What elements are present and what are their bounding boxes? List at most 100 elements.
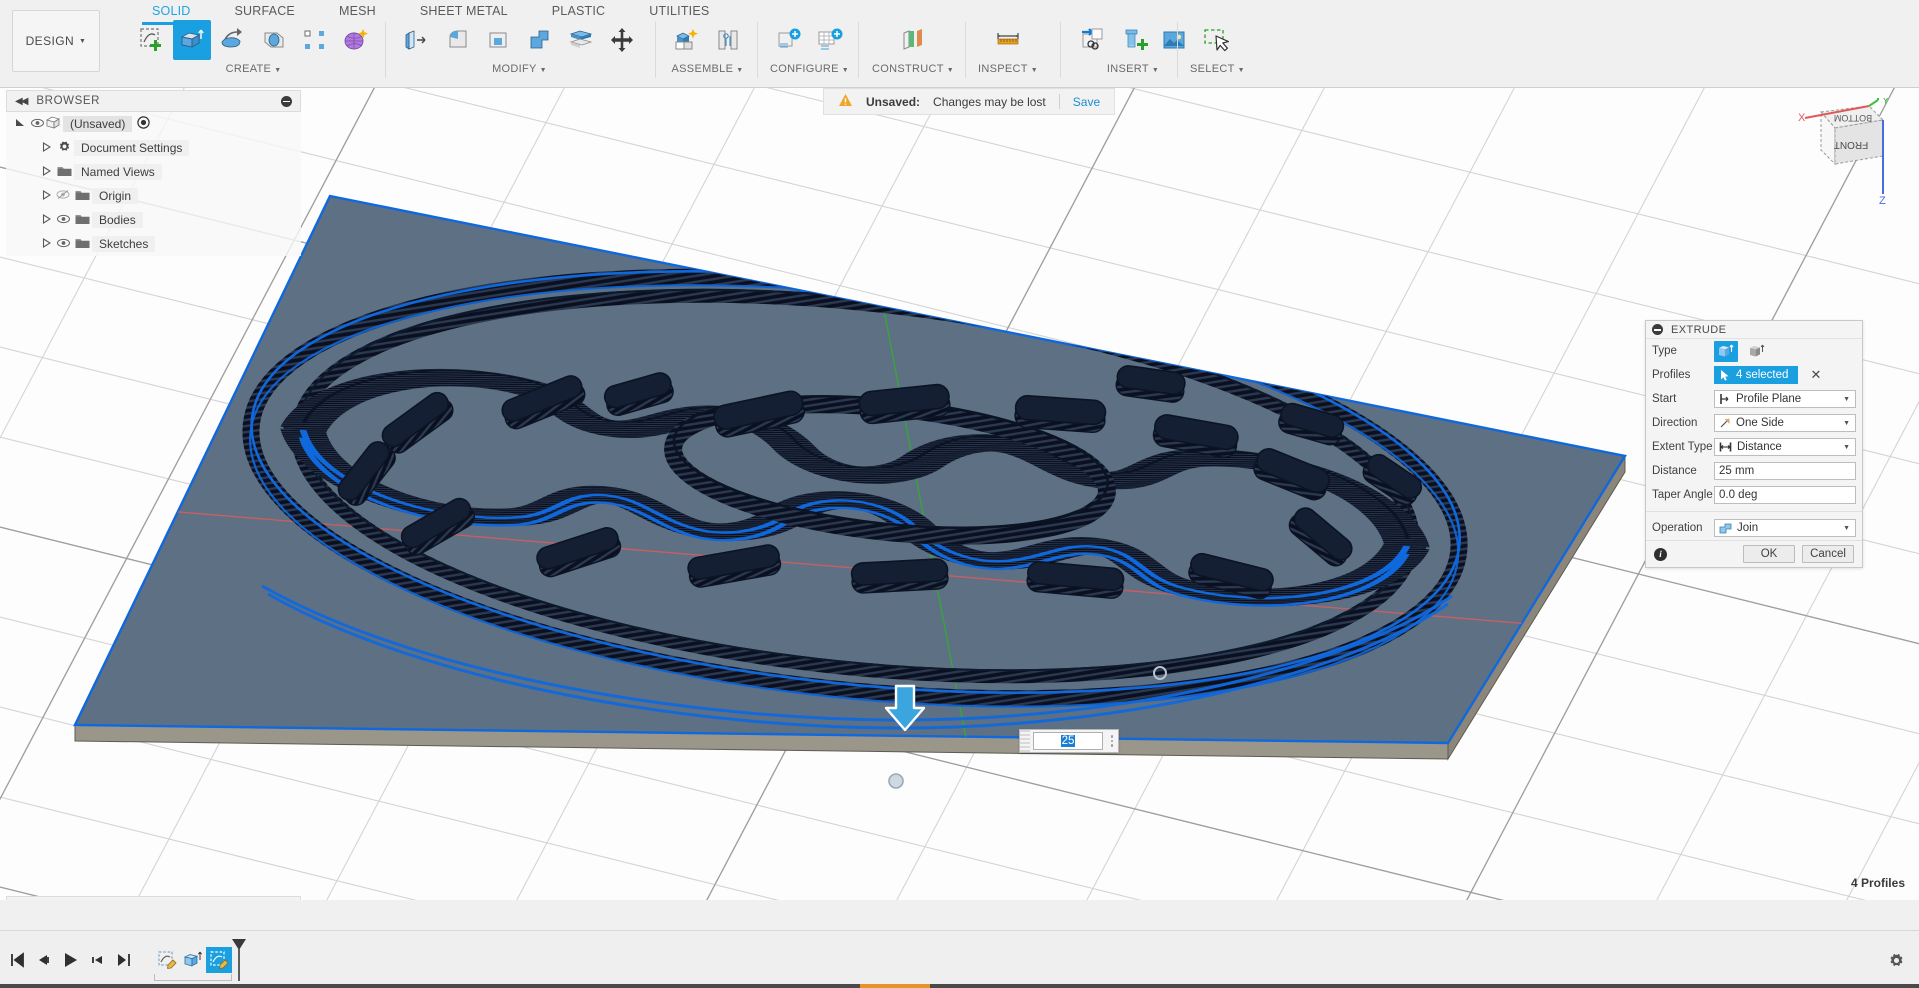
unsaved-message: Changes may be lost [933, 94, 1046, 109]
insert-image-button[interactable] [1155, 20, 1193, 60]
form-button[interactable] [337, 20, 375, 60]
select-button[interactable] [1198, 20, 1236, 60]
chevron-down-icon[interactable]: ▼ [1031, 67, 1038, 74]
timeline-step-forward-button[interactable] [84, 945, 110, 975]
ok-button[interactable]: OK [1743, 545, 1795, 563]
extrude-button[interactable] [173, 20, 211, 60]
press-pull-button[interactable] [398, 20, 436, 60]
timeline-marker-icon[interactable] [230, 939, 248, 984]
settings-gear-icon[interactable] [1888, 952, 1905, 972]
collapse-left-icon[interactable]: ◀◀ [15, 96, 28, 107]
timeline-play-button[interactable] [58, 945, 84, 975]
view-cube[interactable]: BOTTOM FRONT X Y Z [1783, 98, 1903, 208]
joint-button[interactable] [709, 20, 747, 60]
distance-input[interactable]: 25 mm [1714, 462, 1856, 480]
overflow-menu-icon[interactable] [1106, 735, 1118, 747]
timeline-go-start-button[interactable] [6, 945, 32, 975]
type-profile-icon[interactable] [1714, 340, 1738, 362]
inline-distance-input[interactable]: 25 [1019, 729, 1119, 753]
chevron-down-icon[interactable]: ▼ [1843, 396, 1850, 403]
expand-triangle-icon[interactable] [38, 190, 54, 202]
clear-selection-icon[interactable]: ✕ [1810, 367, 1821, 383]
timeline-feature-list[interactable] [154, 939, 246, 981]
tab-surface[interactable]: SURFACE [213, 2, 317, 22]
start-dropdown[interactable]: Profile Plane ▼ [1714, 390, 1856, 408]
tab-mesh[interactable]: MESH [317, 2, 398, 22]
ribbon-tab-row: SOLID SURFACE MESH SHEET METAL PLASTIC U… [130, 2, 731, 22]
visibility-eye-icon[interactable] [28, 117, 46, 131]
timeline-step-back-button[interactable] [32, 945, 58, 975]
direction-dropdown[interactable]: One Side ▼ [1714, 414, 1856, 432]
timeline-feature-sketch1[interactable] [154, 947, 180, 973]
chevron-down-icon[interactable]: ▼ [1152, 67, 1159, 74]
timeline-feature-extrude1[interactable] [180, 947, 206, 973]
timeline-go-end-button[interactable] [110, 945, 136, 975]
loft-button[interactable] [296, 20, 334, 60]
visibility-eye-icon[interactable] [54, 213, 72, 227]
activate-radio-icon[interactable] [137, 116, 151, 132]
type-thin-icon[interactable] [1745, 341, 1769, 362]
create-sketch-button[interactable] [132, 20, 170, 60]
profiles-selection-pill[interactable]: 4 selected [1714, 366, 1799, 384]
move-copy-button[interactable] [603, 20, 641, 60]
fillet-button[interactable] [439, 20, 477, 60]
chevron-down-icon[interactable]: ▼ [540, 67, 547, 74]
browser-item-bodies[interactable]: Bodies [6, 208, 301, 232]
configure-design-button[interactable] [770, 20, 808, 60]
ribbon-separator [385, 22, 386, 78]
visibility-eye-icon[interactable] [54, 237, 72, 251]
insert-mcmaster-button[interactable] [1114, 20, 1152, 60]
revolve-button[interactable] [214, 20, 252, 60]
chevron-down-icon[interactable]: ▼ [1843, 525, 1850, 532]
shell-button[interactable] [480, 20, 518, 60]
chevron-down-icon[interactable]: ▼ [1843, 444, 1850, 451]
chevron-down-icon[interactable]: ▼ [274, 67, 281, 74]
info-icon[interactable]: i [1654, 547, 1667, 561]
insert-derive-button[interactable] [1073, 20, 1111, 60]
tab-sheet-metal[interactable]: SHEET METAL [398, 2, 530, 22]
browser-item-sketches[interactable]: Sketches [6, 232, 301, 256]
new-component-button[interactable] [668, 20, 706, 60]
expand-triangle-icon[interactable] [38, 142, 54, 154]
browser-item-origin[interactable]: Origin [6, 184, 301, 208]
timeline-bar[interactable] [0, 938, 246, 982]
sweep-button[interactable] [255, 20, 293, 60]
measure-button[interactable] [989, 20, 1027, 60]
operation-dropdown[interactable]: Join ▼ [1714, 519, 1856, 537]
browser-item-named-views[interactable]: Named Views [6, 160, 301, 184]
combine-button[interactable] [521, 20, 559, 60]
configuration-table-button[interactable] [811, 20, 849, 60]
expand-triangle-icon[interactable] [12, 118, 28, 130]
taper-angle-input[interactable]: 0.0 deg [1714, 486, 1856, 504]
inline-distance-field[interactable]: 25 [1033, 732, 1103, 750]
browser-root-node[interactable]: (Unsaved) [6, 112, 301, 136]
chevron-down-icon[interactable]: ▼ [1843, 420, 1850, 427]
tab-plastic[interactable]: PLASTIC [530, 2, 628, 22]
construct-plane-button[interactable] [894, 20, 932, 60]
chevron-down-icon[interactable]: ▼ [736, 67, 743, 74]
minus-icon[interactable] [281, 95, 292, 107]
comments-panel[interactable]: COMMENTS + [6, 896, 301, 900]
extrude-dialog[interactable]: EXTRUDE Type Profiles 4 selected ✕ Start [1645, 320, 1863, 568]
cancel-button[interactable]: Cancel [1802, 545, 1854, 563]
tab-solid[interactable]: SOLID [130, 2, 213, 22]
viewport-canvas[interactable]: 25 BOTTOM FRONT X Y Z ◀◀ BROWSER (Unsave… [0, 88, 1919, 900]
collapse-icon[interactable] [1652, 324, 1663, 335]
timeline-feature-sketch2[interactable] [206, 947, 232, 973]
extent-type-dropdown[interactable]: Distance ▼ [1714, 438, 1856, 456]
save-link[interactable]: Save [1073, 95, 1100, 109]
chevron-down-icon[interactable]: ▼ [842, 67, 849, 74]
browser-panel[interactable]: ◀◀ BROWSER (Unsaved) Document Settings N… [6, 90, 301, 256]
drag-handle[interactable] [888, 773, 904, 789]
chevron-down-icon[interactable]: ▼ [947, 67, 954, 74]
split-body-button[interactable] [562, 20, 600, 60]
expand-triangle-icon[interactable] [38, 214, 54, 226]
tab-utilities[interactable]: UTILITIES [627, 2, 731, 22]
design-workspace-button[interactable]: DESIGN ▼ [12, 10, 100, 72]
visibility-eye-off-icon[interactable] [54, 189, 72, 203]
chevron-down-icon[interactable]: ▼ [1238, 67, 1245, 74]
expand-triangle-icon[interactable] [38, 238, 54, 250]
browser-item-document-settings[interactable]: Document Settings [6, 136, 301, 160]
expand-triangle-icon[interactable] [38, 166, 54, 178]
drag-grip-icon[interactable] [1020, 730, 1030, 752]
